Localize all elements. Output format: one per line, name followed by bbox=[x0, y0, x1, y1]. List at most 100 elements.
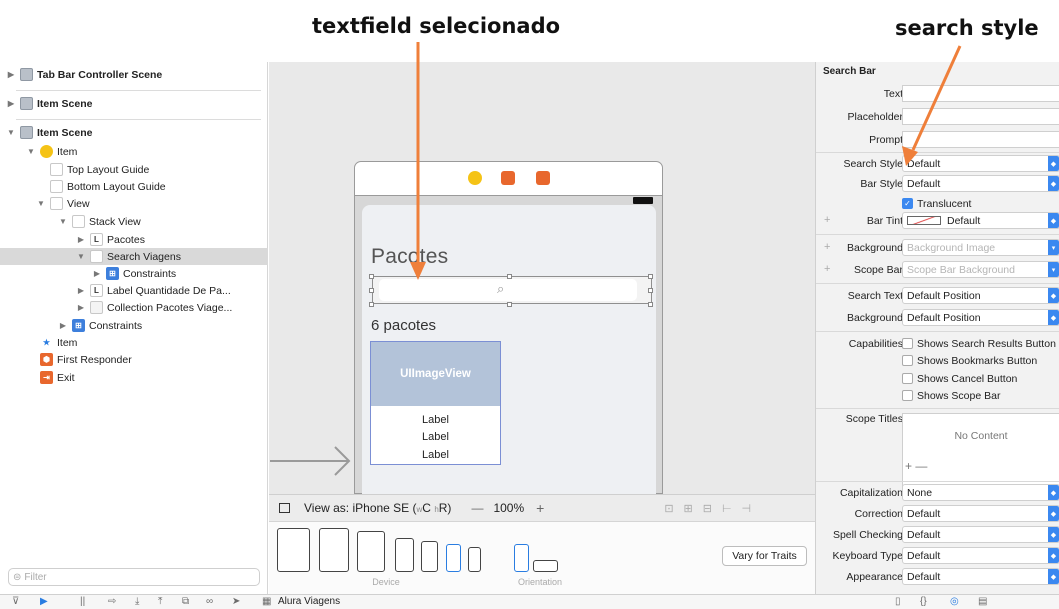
disclosure-right-icon[interactable]: ▶ bbox=[58, 321, 68, 330]
ipad-device-icon[interactable] bbox=[319, 528, 349, 572]
add-variation-icon[interactable]: + bbox=[824, 263, 830, 275]
disclosure-down-icon[interactable]: ▼ bbox=[76, 252, 86, 261]
capitalization-popup[interactable]: None ◆ bbox=[902, 484, 1059, 501]
appearance-popup[interactable]: Default ◆ bbox=[902, 568, 1059, 585]
hide-debug-area-icon[interactable]: ⊽ bbox=[12, 596, 19, 607]
resize-handle[interactable] bbox=[648, 302, 653, 307]
breakpoints-icon[interactable]: ▶ bbox=[40, 596, 48, 607]
background-position-popup[interactable]: Default Position ◆ bbox=[902, 309, 1059, 326]
outline-row-search-viagens[interactable]: ▼ Search Viagens bbox=[0, 248, 268, 265]
ipad-device-icon[interactable] bbox=[357, 531, 385, 572]
portrait-orientation-icon[interactable] bbox=[514, 544, 529, 572]
resize-handle[interactable] bbox=[369, 288, 374, 293]
cell-label[interactable]: Label bbox=[371, 414, 500, 426]
scope-bar-combo[interactable]: Scope Bar Background ▾ bbox=[902, 261, 1059, 278]
cell-label[interactable]: Label bbox=[371, 449, 500, 461]
outline-row-collection[interactable]: ▶ Collection Pacotes Viage... bbox=[0, 299, 268, 316]
iphone-small-device-icon[interactable] bbox=[468, 547, 481, 572]
disclosure-right-icon[interactable]: ▶ bbox=[76, 303, 86, 312]
results-button-checkbox[interactable] bbox=[902, 338, 913, 349]
step-into-icon[interactable]: ⤓ bbox=[135, 596, 139, 607]
quantity-label[interactable]: 6 pacotes bbox=[371, 317, 436, 334]
exit-icon[interactable] bbox=[536, 171, 550, 185]
add-remove-buttons[interactable]: + — bbox=[905, 459, 927, 473]
view-controller-icon[interactable] bbox=[468, 171, 482, 185]
zoom-in-button[interactable]: + bbox=[536, 500, 544, 516]
bar-tint-popup[interactable]: Default ◆ bbox=[902, 212, 1059, 229]
outline-row-view[interactable]: ▼ View bbox=[0, 195, 268, 212]
outline-filter-field[interactable]: ⊜ Filter bbox=[8, 568, 260, 586]
cancel-button-checkbox[interactable] bbox=[902, 373, 913, 384]
code-snippet-icon[interactable]: {} bbox=[920, 596, 927, 607]
search-textfield[interactable] bbox=[379, 279, 637, 301]
view-hierarchy-icon[interactable]: ⧉ bbox=[182, 596, 189, 607]
bar-style-popup[interactable]: Default ◆ bbox=[902, 175, 1059, 192]
scope-bar-checkbox[interactable] bbox=[902, 390, 913, 401]
disclosure-down-icon[interactable]: ▼ bbox=[26, 147, 36, 156]
prompt-field[interactable] bbox=[902, 131, 1059, 148]
step-out-icon[interactable]: ⤒ bbox=[158, 596, 162, 607]
outline-row-stack-view[interactable]: ▼ Stack View bbox=[0, 213, 268, 230]
pacotes-title-label[interactable]: Pacotes bbox=[371, 245, 448, 269]
zoom-out-button[interactable]: — bbox=[471, 501, 483, 515]
cell-label[interactable]: Label bbox=[371, 431, 500, 443]
disclosure-down-icon[interactable]: ▼ bbox=[58, 217, 68, 226]
outline-row-constraints-outer[interactable]: ▶ ⊞ Constraints bbox=[0, 317, 268, 334]
media-library-icon[interactable]: ▤ bbox=[978, 596, 987, 607]
view-as-label[interactable]: View as: iPhone SE (wC hR) bbox=[304, 501, 451, 515]
disclosure-down-icon[interactable]: ▼ bbox=[36, 199, 46, 208]
outline-row-pacotes[interactable]: ▶ L Pacotes bbox=[0, 231, 268, 248]
spell-checking-popup[interactable]: Default ◆ bbox=[902, 526, 1059, 543]
pause-icon[interactable]: || bbox=[80, 596, 85, 607]
outline-row-top-layout-guide[interactable]: Top Layout Guide bbox=[0, 161, 268, 178]
disclosure-right-icon[interactable]: ▶ bbox=[76, 235, 86, 244]
outline-row-first-responder[interactable]: ⬢ First Responder bbox=[0, 351, 268, 368]
keyboard-type-popup[interactable]: Default ◆ bbox=[902, 547, 1059, 564]
add-variation-icon[interactable]: + bbox=[824, 241, 830, 253]
layout-tools-icons[interactable]: ⊡⊞⊟⊢⊣ bbox=[664, 502, 761, 515]
search-text-popup[interactable]: Default Position ◆ bbox=[902, 287, 1059, 304]
disclosure-right-icon[interactable]: ▶ bbox=[92, 269, 102, 278]
disclosure-right-icon[interactable]: ▶ bbox=[6, 70, 16, 79]
outline-row-item-scene-2[interactable]: ▼ Item Scene bbox=[0, 124, 268, 141]
ipad-pro-device-icon[interactable] bbox=[277, 528, 310, 572]
toggle-outline-icon[interactable] bbox=[279, 503, 290, 513]
target-name[interactable]: Alura Viagens bbox=[278, 596, 340, 607]
add-variation-icon[interactable]: + bbox=[824, 214, 830, 226]
disclosure-right-icon[interactable]: ▶ bbox=[6, 99, 16, 108]
object-library-icon[interactable]: ◎ bbox=[950, 596, 959, 607]
outline-row-item-controller[interactable]: ▼ Item bbox=[0, 143, 268, 160]
image-view[interactable]: UIImageView bbox=[371, 342, 500, 406]
outline-row-label-quantidade[interactable]: ▶ L Label Quantidade De Pa... bbox=[0, 282, 268, 299]
resize-handle[interactable] bbox=[507, 274, 512, 279]
outline-row-tab-bar-scene[interactable]: ▶ Tab Bar Controller Scene bbox=[0, 66, 268, 83]
outline-row-item-scene-1[interactable]: ▶ Item Scene bbox=[0, 95, 268, 112]
resize-handle[interactable] bbox=[507, 302, 512, 307]
file-inspector-icon[interactable]: ▯ bbox=[895, 596, 901, 607]
outline-row-bottom-layout-guide[interactable]: Bottom Layout Guide bbox=[0, 178, 268, 195]
landscape-orientation-icon[interactable] bbox=[533, 560, 558, 572]
resize-handle[interactable] bbox=[369, 274, 374, 279]
scope-titles-table[interactable] bbox=[902, 413, 1059, 487]
text-field[interactable] bbox=[902, 85, 1059, 102]
resize-handle[interactable] bbox=[369, 302, 374, 307]
iphone-plus-device-icon[interactable] bbox=[395, 538, 414, 572]
first-responder-icon[interactable] bbox=[501, 171, 515, 185]
translucent-checkbox[interactable]: ✓ bbox=[902, 198, 913, 209]
disclosure-right-icon[interactable]: ▶ bbox=[76, 286, 86, 295]
vary-for-traits-button[interactable]: Vary for Traits bbox=[722, 546, 807, 566]
location-icon[interactable]: ➤ bbox=[232, 596, 240, 607]
outline-row-constraints-inner[interactable]: ▶ ⊞ Constraints bbox=[0, 265, 268, 282]
search-style-popup[interactable]: Default ◆ bbox=[902, 155, 1059, 172]
outline-row-exit[interactable]: ⇥ Exit bbox=[0, 369, 268, 386]
correction-popup[interactable]: Default ◆ bbox=[902, 505, 1059, 522]
outline-row-tab-item[interactable]: ★ Item bbox=[0, 334, 268, 351]
iphone-device-icon[interactable] bbox=[421, 541, 438, 572]
resize-handle[interactable] bbox=[648, 274, 653, 279]
iphone-se-device-icon[interactable] bbox=[446, 544, 461, 572]
background-image-combo[interactable]: Background Image ▾ bbox=[902, 239, 1059, 256]
resize-handle[interactable] bbox=[648, 288, 653, 293]
placeholder-field[interactable] bbox=[902, 108, 1059, 125]
disclosure-down-icon[interactable]: ▼ bbox=[6, 128, 16, 137]
step-over-icon[interactable]: ⇨ bbox=[108, 596, 116, 607]
